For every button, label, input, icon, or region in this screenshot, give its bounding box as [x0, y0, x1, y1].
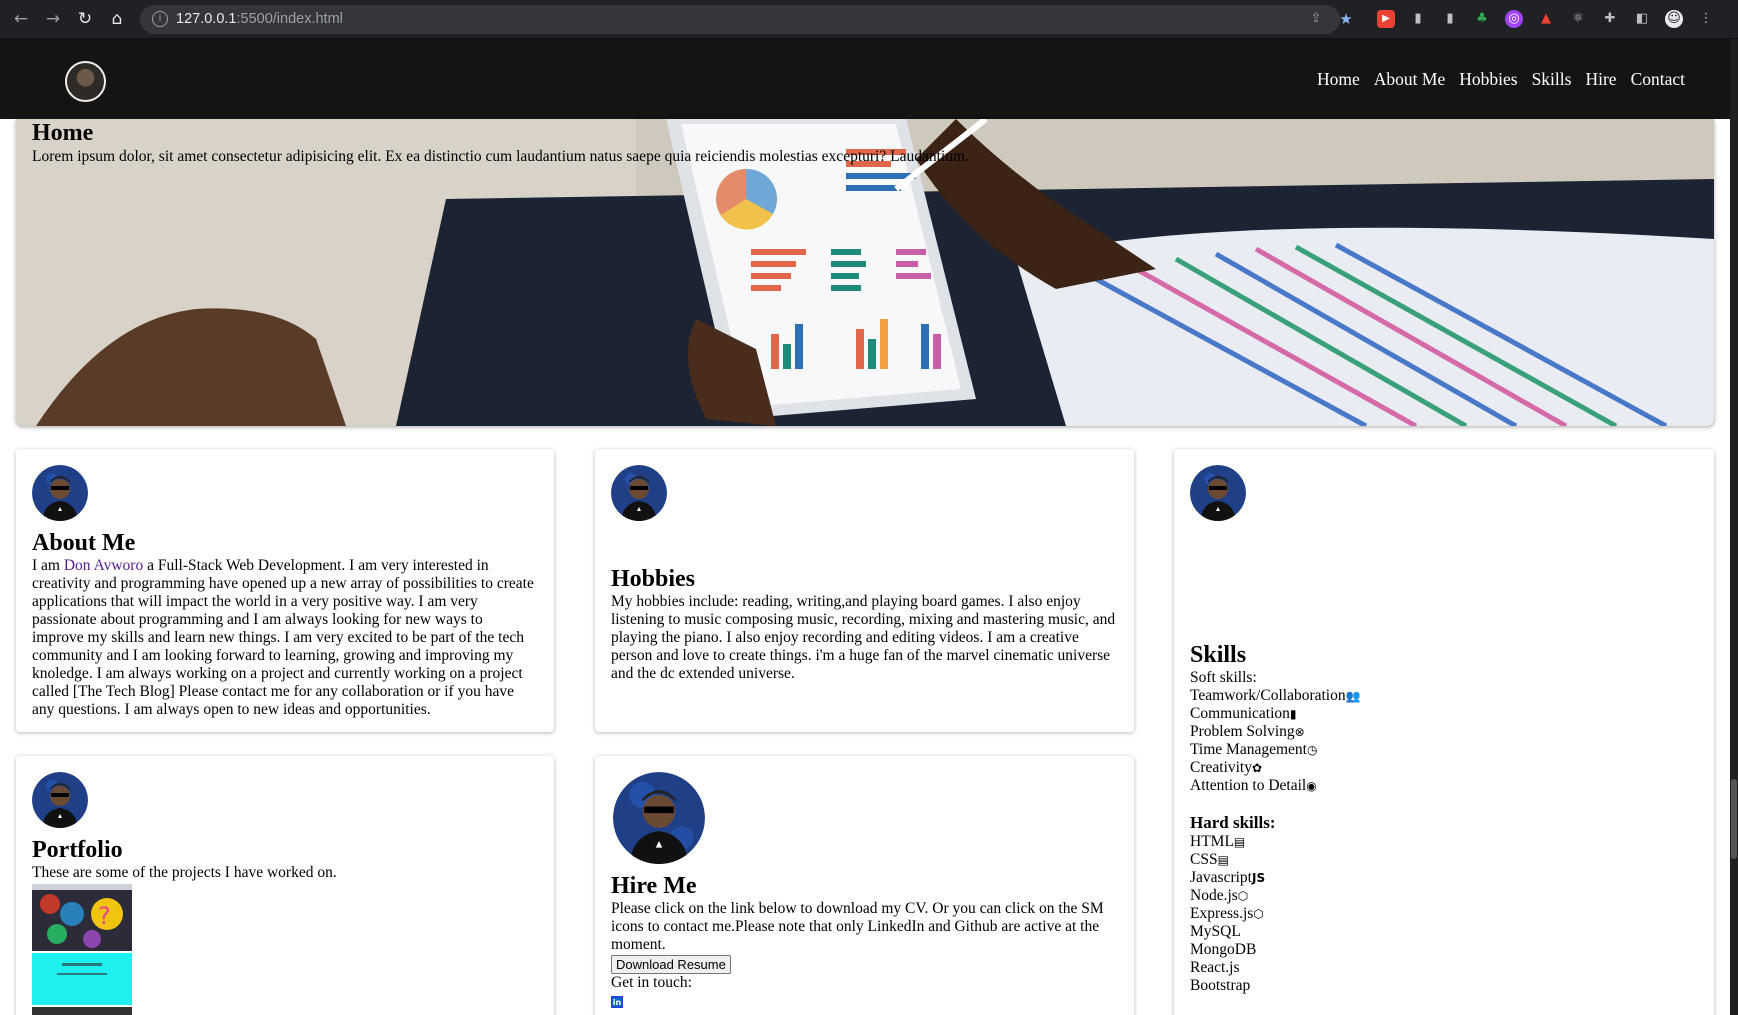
- project-thumbnail[interactable]: [32, 1007, 132, 1015]
- nav-link-about[interactable]: About Me: [1374, 69, 1445, 90]
- svg-text:?: ?: [98, 902, 111, 930]
- soft-skill-item: Teamwork/Collaboration👥: [1190, 687, 1361, 704]
- hire-card: Hire Me Please click on the link below t…: [595, 756, 1134, 1015]
- hard-skill-item: Express.js⬡: [1190, 905, 1264, 922]
- nodejs-icon: ⬡: [1253, 907, 1264, 921]
- extensions-puzzle-icon[interactable]: ✚: [1601, 10, 1619, 28]
- site-header: Home About Me Hobbies Skills Hire Contac…: [0, 39, 1730, 119]
- about-card: About Me I am Don Avworo a Full-Stack We…: [16, 449, 554, 732]
- back-arrow-icon[interactable]: ←: [10, 8, 32, 30]
- project-thumbnail[interactable]: [32, 953, 132, 1005]
- address-bar[interactable]: i 127.0.0.1:5500/index.html ⇪ ★: [140, 5, 1353, 34]
- bookmark-star-icon[interactable]: ★: [1335, 8, 1357, 30]
- project-thumbnail[interactable]: ?: [32, 884, 132, 951]
- browser-toolbar: ← → ↻ ⌂ i 127.0.0.1:5500/index.html ⇪ ★ …: [0, 0, 1738, 39]
- logo-avatar[interactable]: [65, 61, 106, 102]
- hard-skill-item: JavascriptJS: [1190, 869, 1266, 886]
- nav-link-hobbies[interactable]: Hobbies: [1459, 69, 1517, 90]
- extension-icon[interactable]: ▶: [1377, 10, 1395, 28]
- hard-skill-item: MongoDB: [1190, 941, 1257, 958]
- soft-skill-item: Communication▮: [1190, 705, 1297, 722]
- gear-icon: ⊗: [1294, 725, 1305, 739]
- hero-banner: Home Lorem ipsum dolor, sit amet consect…: [16, 119, 1714, 426]
- hobbies-text: My hobbies include: reading, writing,and…: [611, 593, 1116, 682]
- chat-icon: ▮: [1289, 707, 1297, 721]
- hard-skills-label: Hard skills:: [1190, 813, 1276, 832]
- skills-title: Skills: [1190, 642, 1247, 668]
- scrollbar-thumb[interactable]: [1731, 779, 1737, 859]
- nodejs-icon: ⬡: [1237, 889, 1249, 903]
- linkedin-icon[interactable]: in: [611, 996, 623, 1008]
- get-in-touch-label: Get in touch:: [611, 974, 692, 991]
- hobbies-card: Hobbies My hobbies include: reading, wri…: [595, 449, 1134, 732]
- extension-icon[interactable]: ▮: [1409, 10, 1427, 28]
- palette-icon: ✿: [1252, 761, 1263, 775]
- nav-link-contact[interactable]: Contact: [1631, 69, 1685, 90]
- social-links: in: [611, 992, 1118, 1010]
- home-icon[interactable]: ⌂: [106, 8, 128, 30]
- hero-text: Lorem ipsum dolor, sit amet consectetur …: [32, 148, 969, 165]
- site-info-icon[interactable]: i: [152, 11, 168, 27]
- soft-skill-item: Problem Solving⊗: [1190, 723, 1305, 740]
- avatar: [611, 465, 667, 521]
- page-scrollbar[interactable]: [1730, 39, 1738, 1015]
- nav-link-hire[interactable]: Hire: [1585, 69, 1616, 90]
- portfolio-title: Portfolio: [32, 837, 123, 863]
- hard-skill-item: CSS▤: [1190, 851, 1229, 868]
- css3-icon: ▤: [1217, 853, 1229, 867]
- author-name-link[interactable]: Don Avworo: [64, 557, 143, 574]
- hire-title: Hire Me: [611, 873, 697, 899]
- soft-skill-item: Attention to Detail◉: [1190, 777, 1317, 794]
- tree-extension-icon[interactable]: ♣: [1473, 10, 1491, 28]
- soft-skill-item: Time Management◷: [1190, 741, 1318, 758]
- clock-icon: ◷: [1306, 743, 1318, 757]
- hard-skill-item: MySQL: [1190, 923, 1241, 940]
- hard-skill-item: React.js: [1190, 959, 1240, 976]
- about-text: I am Don Avworo a Full-Stack Web Develop…: [32, 557, 534, 718]
- main-nav: Home About Me Hobbies Skills Hire Contac…: [1317, 69, 1685, 90]
- side-panel-icon[interactable]: ◧: [1633, 10, 1651, 28]
- users-icon: 👥: [1345, 689, 1361, 703]
- download-resume-button[interactable]: Download Resume: [611, 955, 731, 974]
- extension-icon[interactable]: ◎: [1505, 10, 1523, 28]
- extension-icon[interactable]: ▮: [1441, 10, 1459, 28]
- avatar: [32, 465, 88, 521]
- hero-content: Home Lorem ipsum dolor, sit amet consect…: [32, 119, 969, 167]
- hard-skill-item: Bootstrap: [1190, 977, 1251, 994]
- forward-arrow-icon[interactable]: →: [42, 8, 64, 30]
- soft-skill-item: Creativity✿: [1190, 759, 1263, 776]
- nav-link-home[interactable]: Home: [1317, 69, 1360, 90]
- avatar: [32, 772, 88, 828]
- avatar: [1190, 465, 1246, 521]
- eye-icon: ◉: [1306, 779, 1317, 793]
- avatar: [613, 772, 705, 864]
- js-icon: JS: [1251, 871, 1266, 885]
- menu-kebab-icon[interactable]: ⋮: [1697, 10, 1715, 28]
- nav-link-skills[interactable]: Skills: [1532, 69, 1572, 90]
- skills-card: Skills Soft skills: Teamwork/Collaborati…: [1174, 449, 1714, 1015]
- hard-skill-item: HTML▤: [1190, 833, 1246, 850]
- reload-icon[interactable]: ↻: [74, 8, 96, 30]
- about-title: About Me: [32, 530, 136, 556]
- hire-text: Please click on the link below to downlo…: [611, 900, 1104, 953]
- profile-avatar-icon[interactable]: ☺: [1665, 10, 1683, 28]
- extension-icon[interactable]: ▲: [1537, 10, 1555, 28]
- react-devtools-icon[interactable]: ⚛: [1569, 10, 1587, 28]
- hard-skill-item: Node.js⬡: [1190, 887, 1249, 904]
- hobbies-title: Hobbies: [611, 566, 696, 592]
- portfolio-text: These are some of the projects I have wo…: [32, 864, 337, 881]
- portfolio-card: Portfolio These are some of the projects…: [16, 756, 554, 1015]
- hero-title: Home: [32, 120, 94, 146]
- url-text[interactable]: 127.0.0.1:5500/index.html: [176, 11, 343, 27]
- soft-skills-label: Soft skills:: [1190, 669, 1257, 686]
- share-icon[interactable]: ⇪: [1305, 8, 1327, 30]
- html5-icon: ▤: [1233, 835, 1246, 849]
